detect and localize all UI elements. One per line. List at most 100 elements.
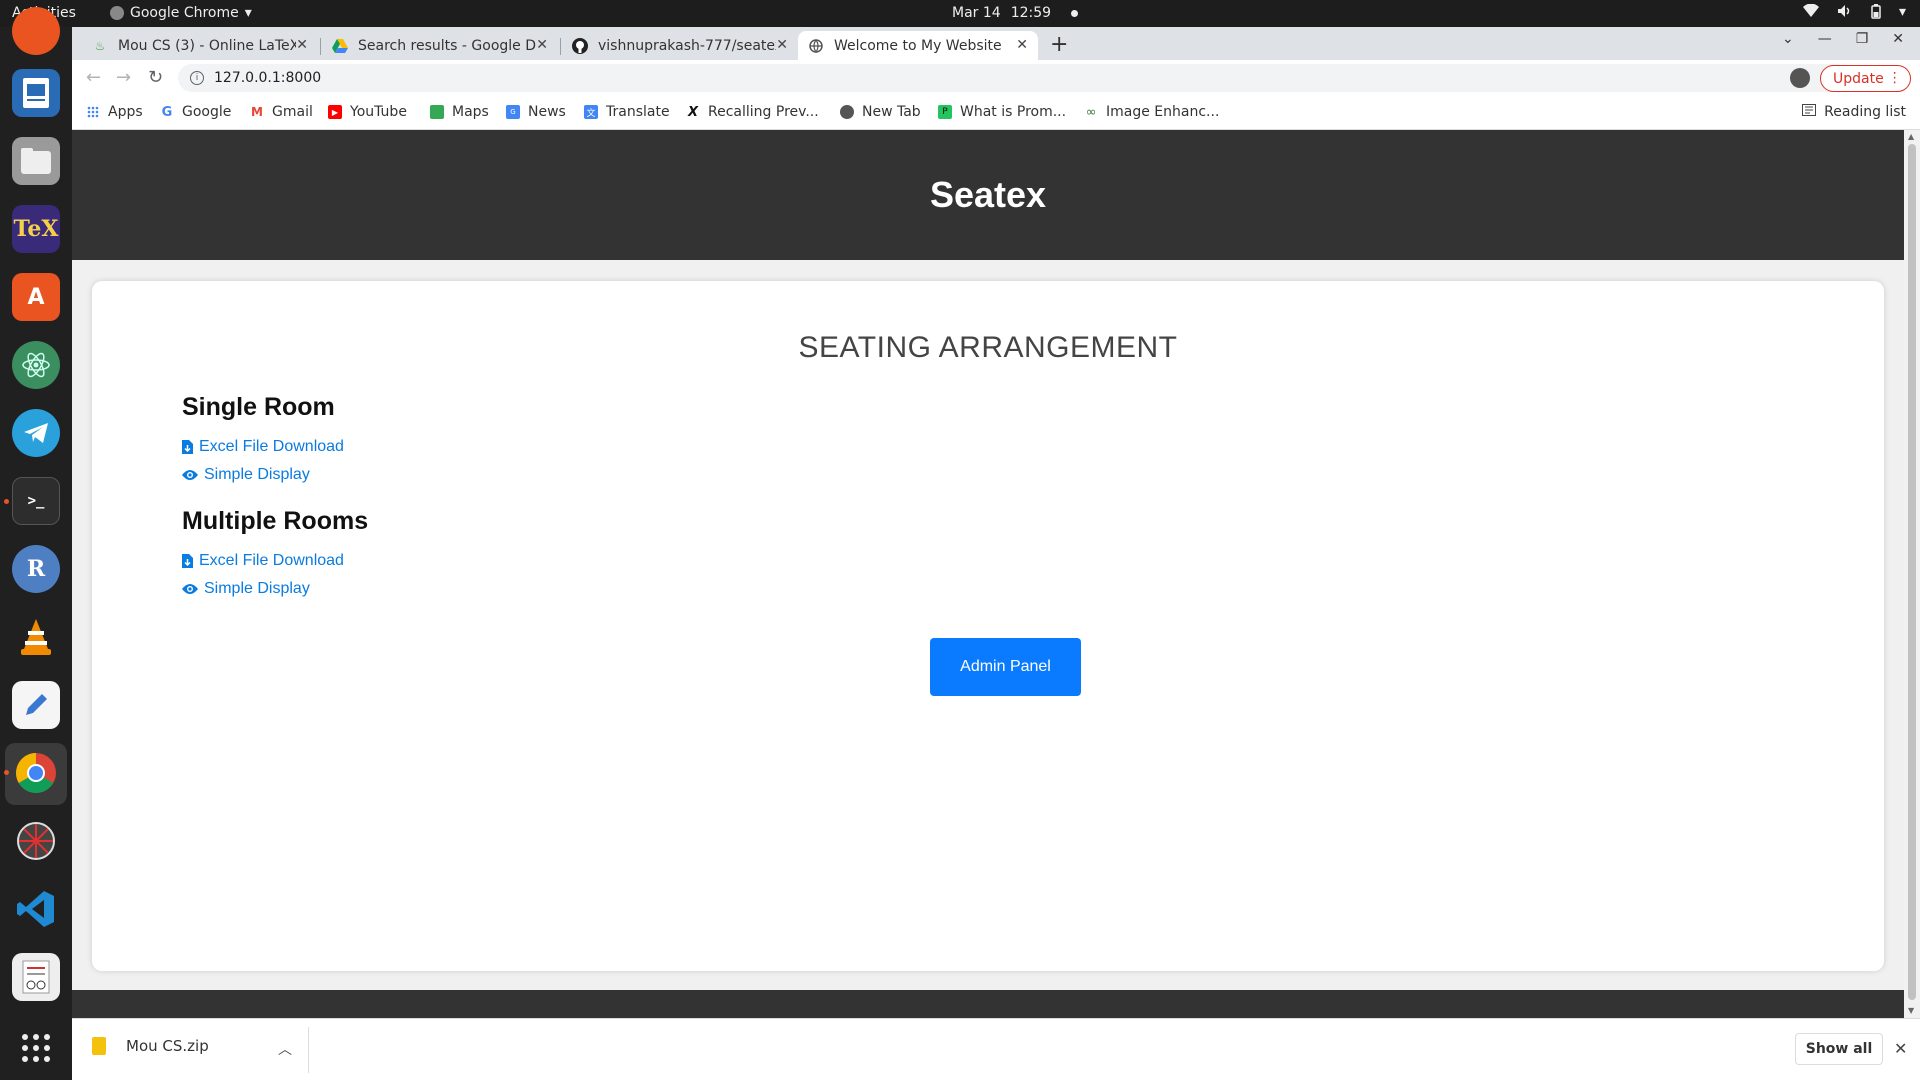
dock-vscode-icon[interactable]	[12, 885, 60, 933]
back-arrow-icon[interactable]: ←	[86, 67, 101, 88]
tab-search-chevron-icon[interactable]: ⌄	[1782, 31, 1794, 47]
dock-text-editor-icon[interactable]	[12, 681, 60, 729]
download-filename: Mou CS.zip	[126, 1037, 209, 1055]
download-options-chevron-icon[interactable]: ︿	[278, 1039, 292, 1059]
bookmark-maps[interactable]: Maps	[430, 104, 489, 120]
dock-telegram-icon[interactable]	[12, 409, 60, 457]
update-chrome-button[interactable]: Update ⋮	[1820, 65, 1911, 92]
overleaf-icon: ♨	[94, 38, 106, 53]
download-bar: Mou CS.zip ︿ Show all ✕	[72, 1018, 1920, 1080]
clock-time: 12:59	[1010, 5, 1052, 21]
dock-texworks-icon[interactable]: TeX	[12, 205, 60, 253]
dock-chrome-icon[interactable]	[12, 749, 60, 797]
scrollbar-thumb[interactable]	[1908, 144, 1916, 1000]
excel-download-link[interactable]: Excel File Download	[182, 552, 368, 570]
section-heading: Single Room	[182, 393, 335, 421]
close-window-icon[interactable]: ✕	[1892, 31, 1904, 47]
dock-network-tool-icon[interactable]	[12, 817, 60, 865]
dock-document-viewer-icon[interactable]	[12, 953, 60, 1001]
bookmark-google[interactable]: G Google	[160, 104, 232, 120]
bookmark-label: Google	[182, 104, 232, 120]
scroll-up-arrow-icon[interactable]: ▲	[1908, 132, 1914, 141]
bookmark-apps[interactable]: Apps	[86, 104, 143, 120]
address-bar[interactable]: i 127.0.0.1:8000 ☆	[178, 64, 1850, 92]
simple-display-link[interactable]: Simple Display	[182, 466, 344, 484]
bookmark-label: Maps	[452, 104, 489, 120]
close-tab-icon[interactable]: ✕	[776, 37, 788, 53]
link-label: Simple Display	[204, 466, 310, 483]
bookmark-new-tab[interactable]: New Tab	[840, 104, 921, 120]
bookmark-label: Translate	[606, 104, 670, 120]
site-header: Seatex	[72, 130, 1904, 260]
update-label: Update	[1833, 70, 1884, 87]
card-title: SEATING ARRANGEMENT	[798, 331, 1178, 364]
system-tray[interactable]: ▾	[1802, 3, 1906, 23]
bookmark-recalling[interactable]: X Recalling Prev...	[686, 104, 819, 120]
bookmark-youtube[interactable]: ▶ YouTube	[328, 104, 407, 120]
clock[interactable]: Mar 14 12:59	[952, 5, 1079, 21]
infinity-icon: ∞	[1085, 104, 1097, 120]
eye-icon	[182, 583, 198, 595]
dock-terminal-icon[interactable]: >_	[12, 477, 60, 525]
admin-panel-button[interactable]: Admin Panel	[930, 638, 1081, 696]
new-tab-plus-icon[interactable]: +	[1050, 32, 1068, 57]
window-controls: ⌄ — ❐ ✕	[1782, 31, 1920, 47]
bookmark-label: Recalling Prev...	[708, 104, 819, 120]
close-tab-icon[interactable]: ✕	[536, 37, 548, 53]
tab-title: Mou CS (3) - Online LaTeX	[118, 37, 296, 54]
download-item[interactable]: Mou CS.zip	[92, 1037, 209, 1055]
battery-icon	[1871, 4, 1881, 23]
close-download-bar-icon[interactable]: ✕	[1894, 1039, 1907, 1058]
maps-icon	[430, 105, 444, 119]
bookmark-what-is-prom[interactable]: P What is Prom...	[938, 104, 1066, 120]
bookmark-news[interactable]: G News	[506, 104, 566, 120]
simple-display-link[interactable]: Simple Display	[182, 580, 368, 598]
page-scrollbar[interactable]: ▲ ▼	[1904, 130, 1920, 1018]
download-divider	[308, 1027, 309, 1073]
bookmark-translate[interactable]: 文 Translate	[584, 104, 670, 120]
dock-ubuntu-software-icon[interactable]	[12, 7, 60, 55]
bookmark-gmail[interactable]: M Gmail	[250, 104, 313, 120]
tab-title: Welcome to My Website	[834, 37, 1002, 54]
globe-icon	[840, 105, 854, 119]
chrome-app-icon	[110, 6, 124, 20]
dock-files-icon[interactable]	[12, 137, 60, 185]
tab-github[interactable]: vishnuprakash-777/seatex ✕	[562, 31, 798, 60]
chrome-running-indicator	[4, 770, 9, 775]
dock-r-icon[interactable]: R	[12, 545, 60, 593]
tab-google-drive[interactable]: Search results - Google Drive ✕	[322, 31, 558, 60]
dock-impress-icon[interactable]	[12, 69, 60, 117]
section-multiple-rooms: Multiple Rooms Excel File Download Simpl…	[182, 507, 368, 608]
excel-download-link[interactable]: Excel File Download	[182, 438, 344, 456]
forward-arrow-icon[interactable]: →	[116, 67, 131, 88]
reading-list[interactable]: Reading list	[1802, 104, 1906, 120]
app-menu[interactable]: Google Chrome ▾	[110, 5, 252, 21]
close-tab-icon[interactable]: ✕	[1016, 37, 1028, 53]
bookmark-image-enhanc[interactable]: ∞ Image Enhanc...	[1084, 104, 1220, 120]
minimize-window-icon[interactable]: —	[1818, 31, 1832, 47]
close-tab-icon[interactable]: ✕	[296, 37, 308, 53]
scroll-down-arrow-icon[interactable]: ▼	[1908, 1006, 1914, 1015]
bookmark-label: New Tab	[862, 104, 921, 120]
restore-window-icon[interactable]: ❐	[1856, 31, 1869, 47]
chrome-window: ♨ Mou CS (3) - Online LaTeX ✕ Search res…	[72, 27, 1920, 1080]
site-info-icon[interactable]: i	[190, 71, 204, 85]
tab-overleaf[interactable]: ♨ Mou CS (3) - Online LaTeX ✕	[82, 31, 318, 60]
eye-icon	[182, 469, 198, 481]
dock-vlc-icon[interactable]	[12, 613, 60, 661]
show-all-downloads-button[interactable]: Show all	[1795, 1033, 1883, 1065]
url-text[interactable]: 127.0.0.1:8000	[214, 70, 321, 86]
reading-list-icon	[1802, 104, 1817, 120]
section-single-room: Single Room Excel File Download Simple D…	[182, 393, 344, 494]
dock-app-center-icon[interactable]: A	[12, 273, 60, 321]
clock-date: Mar 14	[952, 5, 1001, 21]
profile-avatar[interactable]	[1790, 68, 1810, 88]
tab-separator	[560, 38, 561, 55]
youtube-icon: ▶	[328, 105, 342, 119]
show-applications-grid-icon[interactable]	[12, 1024, 60, 1072]
bookmarks-bar: Apps G Google M Gmail ▶ YouTube Maps G N…	[72, 97, 1920, 130]
dock-atom-icon[interactable]	[12, 341, 60, 389]
reload-icon[interactable]: ↻	[148, 67, 163, 88]
news-icon: G	[506, 105, 520, 119]
tab-welcome-active[interactable]: Welcome to My Website ✕	[798, 31, 1038, 60]
